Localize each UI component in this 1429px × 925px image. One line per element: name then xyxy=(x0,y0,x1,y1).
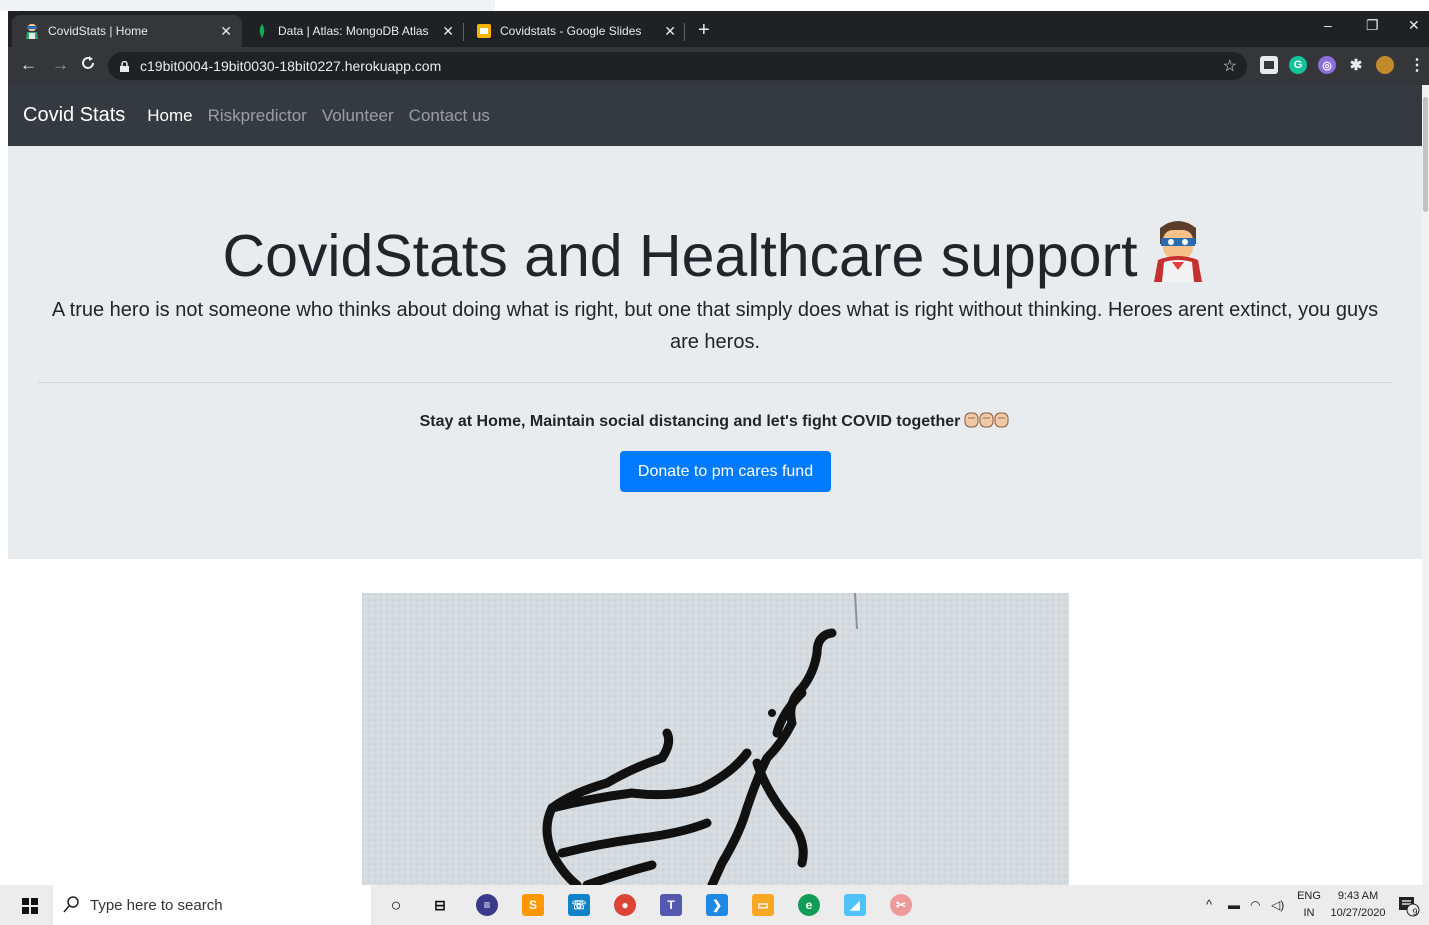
cast-extension-icon[interactable] xyxy=(1260,56,1278,74)
page-scrollbar[interactable] xyxy=(1422,85,1429,885)
scrollbar-thumb[interactable] xyxy=(1423,97,1428,212)
hero-favicon-icon xyxy=(24,23,40,39)
nav-link-volunteer[interactable]: Volunteer xyxy=(322,106,394,126)
nav-link-riskpredictor[interactable]: Riskpredictor xyxy=(208,106,307,126)
superhero-emoji-icon xyxy=(1148,218,1208,282)
tab-title: Covidstats - Google Slides xyxy=(500,24,642,38)
file-explorer-icon[interactable]: ▭ xyxy=(752,894,774,916)
app-icon[interactable]: ◢ xyxy=(844,894,866,916)
snipping-tool-icon[interactable]: ✂ xyxy=(890,894,912,916)
clock[interactable]: 9:43 AM 10/27/2020 xyxy=(1326,888,1390,922)
wifi-icon[interactable]: ◠ xyxy=(1250,897,1260,914)
jumbotron: CovidStats and Healthcare support A true… xyxy=(8,146,1422,559)
whatsapp-icon[interactable]: ☏ xyxy=(568,894,590,916)
browser-toolbar: ← → c19bit0004-19bit0030-18bit0227.herok… xyxy=(8,47,1429,85)
browser-tab-bar: CovidStats | Home ✕ Data | Atlas: MongoD… xyxy=(8,11,1429,47)
restore-button[interactable]: ❐ xyxy=(1366,17,1379,34)
tab-mongodb-atlas[interactable]: Data | Atlas: MongoDB Atlas ✕ xyxy=(242,15,464,47)
tab-google-slides[interactable]: Covidstats - Google Slides ✕ xyxy=(464,15,686,47)
forward-arrow-icon[interactable]: → xyxy=(52,55,69,75)
notification-count: 9 xyxy=(1412,907,1418,917)
fist-emoji-icon xyxy=(964,412,1010,433)
site-navbar: Covid Stats Home Riskpredictor Volunteer… xyxy=(8,85,1422,146)
grammarly-extension-icon[interactable]: G xyxy=(1289,56,1307,74)
bookmark-star-icon[interactable]: ☆ xyxy=(1223,56,1237,76)
back-arrow-icon[interactable]: ← xyxy=(20,55,37,75)
screen: CovidStats | Home ✕ Data | Atlas: MongoD… xyxy=(0,0,1429,925)
extension-icon[interactable]: ◎ xyxy=(1318,56,1336,74)
donate-button[interactable]: Donate to pm cares fund xyxy=(620,451,831,492)
battery-icon[interactable]: ▬ xyxy=(1228,897,1240,914)
search-icon xyxy=(63,896,79,919)
nav-link-contact[interactable]: Contact us xyxy=(409,106,490,126)
tab-title: CovidStats | Home xyxy=(48,24,148,38)
graffiti-photo xyxy=(362,593,1069,885)
lead-quote: A true hero is not someone who thinks ab… xyxy=(51,299,1379,353)
teams-icon[interactable]: T xyxy=(660,894,682,916)
address-bar[interactable]: c19bit0004-19bit0030-18bit0227.herokuapp… xyxy=(108,52,1247,80)
url-text: c19bit0004-19bit0030-18bit0227.herokuapp… xyxy=(140,58,442,74)
clock-date: 10/27/2020 xyxy=(1330,907,1386,919)
tray-chevron-icon[interactable]: ^ xyxy=(1206,896,1212,913)
hero-title: CovidStats and Healthcare support xyxy=(8,218,1422,290)
divider xyxy=(38,382,1392,383)
stay-home-message: Stay at Home, Maintain social distancing… xyxy=(8,412,1422,433)
taskbar-search-placeholder: Type here to search xyxy=(90,897,223,914)
windows-start-icon[interactable] xyxy=(22,898,38,919)
tab-close-icon[interactable]: ✕ xyxy=(220,23,232,40)
cortana-icon[interactable]: ○ xyxy=(385,894,407,916)
reload-icon[interactable] xyxy=(80,55,96,76)
lock-icon xyxy=(120,59,129,72)
new-tab-button[interactable]: + xyxy=(698,19,710,42)
clock-time: 9:43 AM xyxy=(1337,890,1379,902)
close-window-button[interactable]: ✕ xyxy=(1408,17,1420,34)
tab-close-icon[interactable]: ✕ xyxy=(664,23,676,40)
chrome-icon[interactable]: ● xyxy=(614,894,636,916)
volume-icon[interactable]: ◁) xyxy=(1271,897,1284,914)
language-indicator[interactable]: ENG IN xyxy=(1296,888,1322,922)
sublime-text-icon[interactable]: S xyxy=(522,894,544,916)
google-slides-icon xyxy=(476,23,492,39)
profile-avatar-icon[interactable] xyxy=(1376,56,1394,74)
eclipse-icon[interactable]: ≡ xyxy=(476,894,498,916)
vscode-icon[interactable]: ❯ xyxy=(706,894,728,916)
menu-kebab-icon[interactable]: ⋮ xyxy=(1408,56,1426,74)
tab-covidstats-home[interactable]: CovidStats | Home ✕ xyxy=(12,15,242,47)
tab-title: Data | Atlas: MongoDB Atlas xyxy=(278,24,429,38)
tab-close-icon[interactable]: ✕ xyxy=(442,23,454,40)
task-view-icon[interactable]: ⊟ xyxy=(429,894,451,916)
minimize-button[interactable]: – xyxy=(1324,17,1332,33)
desktop-strip xyxy=(0,0,1429,11)
edge-icon[interactable]: e xyxy=(798,894,820,916)
windows-taskbar: Type here to search ○ ⊟ ≡ S ☏ ● T ❯ ▭ e … xyxy=(0,885,1429,925)
extensions-puzzle-icon[interactable]: ✱ xyxy=(1347,56,1365,74)
navbar-brand[interactable]: Covid Stats xyxy=(23,104,125,127)
nav-link-home[interactable]: Home xyxy=(147,106,192,126)
taskbar-search-box[interactable]: Type here to search xyxy=(53,885,371,925)
mongodb-leaf-icon xyxy=(254,23,270,39)
